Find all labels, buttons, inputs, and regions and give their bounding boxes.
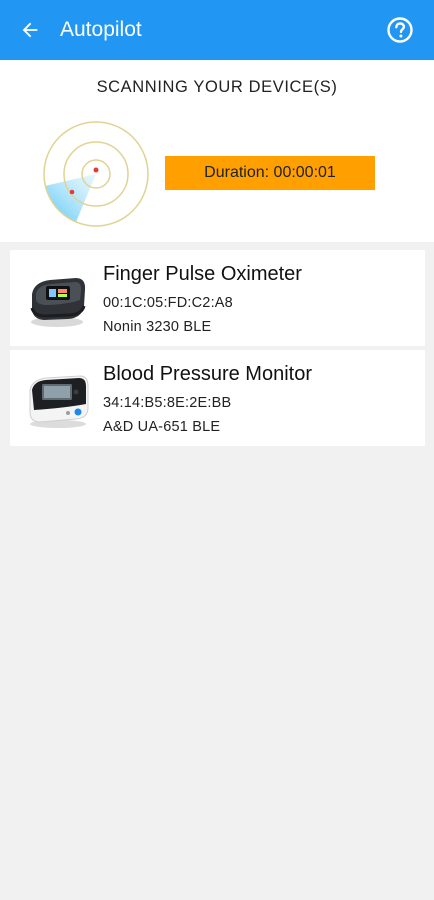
device-mac-address: 00:1C:05:FD:C2:A8 (103, 295, 233, 311)
blood-pressure-monitor-image (29, 375, 89, 428)
pulse-oximeter-image (30, 278, 86, 327)
app-bar: Autopilot (0, 0, 434, 60)
device-model: A&D UA-651 BLE (103, 419, 221, 435)
duration-badge: Duration: 00:00:01 (165, 156, 375, 190)
back-button[interactable] (0, 0, 60, 60)
device-name: Finger Pulse Oximeter (103, 263, 302, 285)
scan-status-title: SCANNING YOUR DEVICE(S) (96, 78, 338, 96)
device-card-pulse-oximeter[interactable]: Finger Pulse Oximeter 00:1C:05:FD:C2:A8 … (10, 250, 425, 346)
radar-icon (43, 121, 149, 227)
device-list: Finger Pulse Oximeter 00:1C:05:FD:C2:A8 … (10, 250, 425, 450)
arrow-back-icon (22, 22, 38, 38)
device-card-blood-pressure-monitor[interactable]: Blood Pressure Monitor 34:14:B5:8E:2E:BB… (10, 350, 425, 446)
page-title: Autopilot (60, 18, 142, 41)
help-circle-icon (387, 17, 413, 43)
help-button[interactable] (386, 16, 414, 44)
scan-panel: SCANNING YOUR DEVICE(S) Duration: 00:00:… (0, 60, 434, 242)
device-mac-address: 34:14:B5:8E:2E:BB (103, 395, 232, 411)
device-name: Blood Pressure Monitor (103, 363, 312, 385)
device-model: Nonin 3230 BLE (103, 319, 212, 335)
